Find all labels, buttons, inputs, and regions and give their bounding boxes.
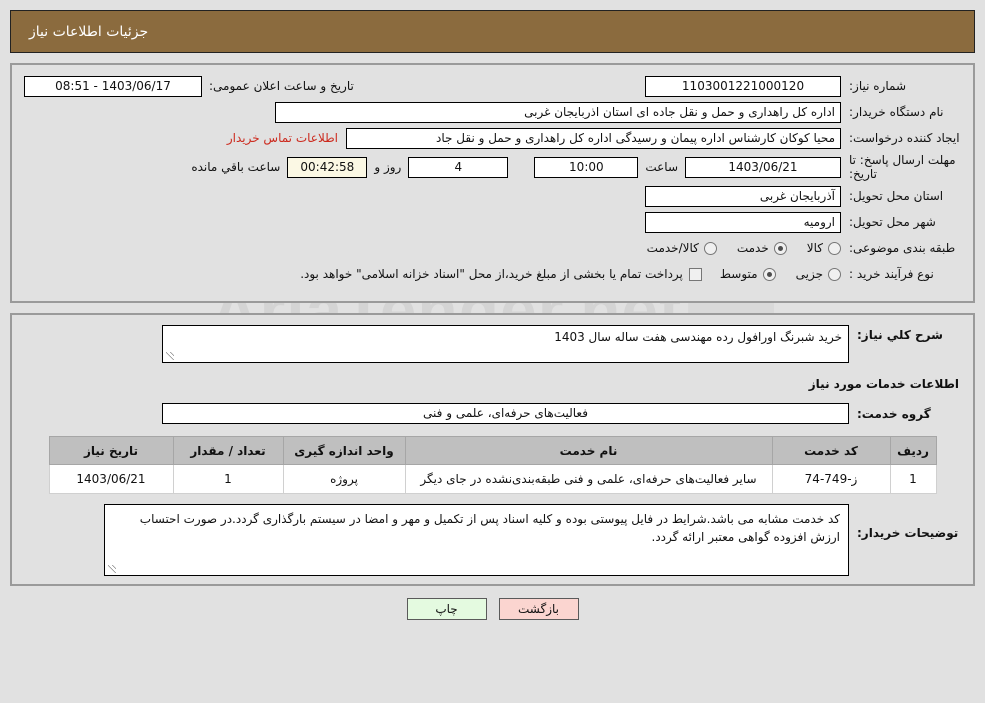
process-option-jozei[interactable]: جزیی <box>796 267 841 281</box>
col-service-name: نام خدمت <box>405 437 772 465</box>
remaining-days-value: 4 <box>408 157 508 178</box>
cell-quantity: 1 <box>173 465 283 494</box>
timer-label: ساعت باقي مانده <box>184 160 287 174</box>
summary-panel: شماره نیاز: 1103001221000120 تاریخ و ساع… <box>10 63 975 303</box>
radio-icon[interactable] <box>704 242 717 255</box>
service-items-table: ردیف کد خدمت نام خدمت واحد اندازه گیری ت… <box>49 436 937 494</box>
cell-need-date: 1403/06/21 <box>49 465 173 494</box>
buyer-contact-link[interactable]: اطلاعات تماس خریدار <box>219 131 346 145</box>
col-quantity: تعداد / مقدار <box>173 437 283 465</box>
col-index: ردیف <box>890 437 936 465</box>
services-section-title: اطلاعات خدمات مورد نیاز <box>24 377 961 391</box>
hour-label: ساعت <box>638 160 685 174</box>
category-option-kala[interactable]: کالا <box>807 241 841 255</box>
cell-index: 1 <box>890 465 936 494</box>
category-radio-group: کالا خدمت کالا/خدمت <box>629 241 841 255</box>
buyer-notes-value: کد خدمت مشابه می باشد.شرایط در فایل پیوس… <box>140 512 840 544</box>
need-number-value: 1103001221000120 <box>645 76 841 97</box>
cell-unit: پروژه <box>283 465 405 494</box>
creator-label: ایجاد کننده درخواست: <box>841 131 961 145</box>
row-buyer-org: نام دستگاه خریدار: اداره کل راهداری و حم… <box>24 101 961 123</box>
row-need-number: شماره نیاز: 1103001221000120 تاریخ و ساع… <box>24 75 961 97</box>
buyer-org-value: اداره کل راهداری و حمل و نقل جاده ای است… <box>275 102 841 123</box>
category-label: طبقه بندی موضوعی: <box>841 241 961 255</box>
creator-value: محیا کوکان کارشناس اداره پیمان و رسیدگی … <box>346 128 841 149</box>
row-category: طبقه بندی موضوعی: کالا خدمت کالا/خدمت <box>24 237 961 259</box>
footer-actions: بازگشت چاپ <box>0 598 985 620</box>
table-header-row: ردیف کد خدمت نام خدمت واحد اندازه گیری ت… <box>49 437 936 465</box>
row-buyer-notes: توضیحات خریدار: کد خدمت مشابه می باشد.شر… <box>24 504 961 576</box>
category-option-khedmat[interactable]: خدمت <box>737 241 787 255</box>
table-row: 1 ز-749-74 سایر فعالیت‌های حرفه‌ای، علمی… <box>49 465 936 494</box>
process-option-label: جزیی <box>796 267 823 281</box>
details-panel: شرح کلي نياز: خرید شبرنگ اورافول رده مهن… <box>10 313 975 586</box>
public-announce-label: تاریخ و ساعت اعلان عمومی: <box>202 79 361 93</box>
radio-icon[interactable] <box>828 268 841 281</box>
deadline-label: مهلت ارسال پاسخ: تا تاریخ: <box>841 153 961 181</box>
general-description-textarea[interactable]: خرید شبرنگ اورافول رده مهندسی هفت ساله س… <box>162 325 849 363</box>
category-option-label: کالا <box>807 241 823 255</box>
city-label: شهر محل تحویل: <box>841 215 961 229</box>
cell-service-code: ز-749-74 <box>772 465 890 494</box>
public-announce-value: 1403/06/17 - 08:51 <box>24 76 202 97</box>
process-radio-group: جزیی متوسط <box>702 267 841 281</box>
page-root: AriaTender.net AriaTender جزئیات اطلاعات… <box>0 0 985 703</box>
category-option-label: خدمت <box>737 241 769 255</box>
row-process-type: نوع فرآیند خرید : جزیی متوسط پرداخت تمام… <box>24 263 961 285</box>
page-header: جزئیات اطلاعات نیاز <box>10 10 975 53</box>
row-province: استان محل تحویل: آذربایجان غربی <box>24 185 961 207</box>
city-value: ارومیه <box>645 212 841 233</box>
radio-icon-selected[interactable] <box>763 268 776 281</box>
radio-icon[interactable] <box>828 242 841 255</box>
buyer-notes-textarea[interactable]: کد خدمت مشابه می باشد.شرایط در فایل پیوس… <box>104 504 849 576</box>
cell-service-name: سایر فعالیت‌های حرفه‌ای، علمی و فنی طبقه… <box>405 465 772 494</box>
deadline-hour-value: 10:00 <box>534 157 638 178</box>
category-option-label: کالا/خدمت <box>647 241 699 255</box>
col-unit: واحد اندازه گیری <box>283 437 405 465</box>
back-button[interactable]: بازگشت <box>499 598 579 620</box>
row-service-group: گروه خدمت: فعالیت‌های حرفه‌ای، علمی و فن… <box>24 403 961 424</box>
treasury-docs-note: پرداخت تمام یا بخشی از مبلغ خرید،از محل … <box>300 267 683 281</box>
general-description-value: خرید شبرنگ اورافول رده مهندسی هفت ساله س… <box>554 330 842 344</box>
need-number-label: شماره نیاز: <box>841 79 961 93</box>
page-content: جزئیات اطلاعات نیاز شماره نیاز: 11030012… <box>0 10 985 620</box>
resize-grip-icon[interactable] <box>107 564 117 574</box>
treasury-docs-checkbox[interactable] <box>689 268 702 281</box>
category-option-kala-khedmat[interactable]: کالا/خدمت <box>647 241 717 255</box>
deadline-date-value: 1403/06/21 <box>685 157 841 178</box>
row-general-description: شرح کلي نياز: خرید شبرنگ اورافول رده مهن… <box>24 325 961 363</box>
page-title: جزئیات اطلاعات نیاز <box>29 24 162 40</box>
general-description-label: شرح کلي نياز: <box>849 325 961 342</box>
process-option-label: متوسط <box>720 267 758 281</box>
radio-icon-selected[interactable] <box>774 242 787 255</box>
days-label: روز و <box>367 160 408 174</box>
row-city: شهر محل تحویل: ارومیه <box>24 211 961 233</box>
buyer-notes-label: توضیحات خریدار: <box>849 504 961 540</box>
buyer-org-label: نام دستگاه خریدار: <box>841 105 961 119</box>
process-option-motavaset[interactable]: متوسط <box>720 267 776 281</box>
province-label: استان محل تحویل: <box>841 189 961 203</box>
service-group-value: فعالیت‌های حرفه‌ای، علمی و فنی <box>162 403 849 424</box>
countdown-timer: 00:42:58 <box>287 157 367 178</box>
service-group-label: گروه خدمت: <box>849 407 961 421</box>
print-button[interactable]: چاپ <box>407 598 487 620</box>
col-need-date: تاریخ نیاز <box>49 437 173 465</box>
col-service-code: کد خدمت <box>772 437 890 465</box>
process-type-label: نوع فرآیند خرید : <box>841 267 961 281</box>
resize-grip-icon[interactable] <box>165 351 175 361</box>
row-creator: ایجاد کننده درخواست: محیا کوکان کارشناس … <box>24 127 961 149</box>
province-value: آذربایجان غربی <box>645 186 841 207</box>
row-deadline: مهلت ارسال پاسخ: تا تاریخ: 1403/06/21 سا… <box>24 153 961 181</box>
